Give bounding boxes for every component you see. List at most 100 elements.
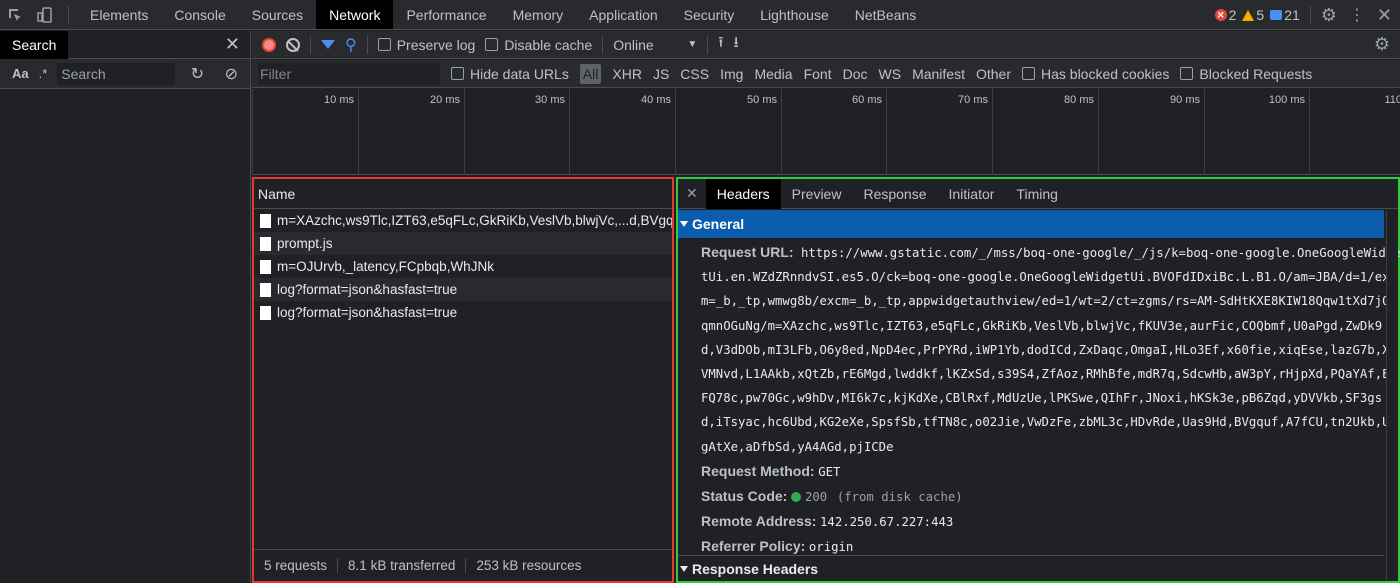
timeline-tick: 20 ms [358,89,464,175]
throttling-value: Online [613,36,654,53]
tab-preview[interactable]: Preview [781,179,853,209]
request-name: log?format=json&hasfast=true [277,282,458,297]
tab-sources[interactable]: Sources [239,0,316,29]
type-filter-other[interactable]: Other [976,66,1011,82]
timeline-tick: 70 ms [886,89,992,175]
search-input[interactable]: Search [57,62,176,85]
device-toolbar-icon[interactable] [30,0,60,29]
request-row[interactable]: m=XAzchc,ws9Tlc,IZT63,e5qFLc,GkRiKb,Vesl… [254,209,672,232]
record-icon[interactable] [262,37,276,52]
remote-address-field: Remote Address: 142.250.67.227:443 [678,509,1384,534]
close-search-icon[interactable]: ✕ [225,34,250,55]
throttling-select[interactable]: Online ▼ [613,37,697,53]
clear-icon[interactable]: ⊘ [219,64,243,84]
type-filter-font[interactable]: Font [804,66,832,82]
timeline-tick-label: 50 ms [747,94,777,106]
search-row: Aa .* Search ↻ ⊘ [0,59,250,89]
search-icon[interactable]: ⚲ [345,35,357,55]
message-counter[interactable]: 21 [1270,7,1300,23]
request-row[interactable]: m=OJUrvb,_latency,FCpbqb,WhJNk [254,255,672,278]
issue-counters[interactable]: ✕ 2 5 21 ⚙ ⋮ ✕ [1214,0,1400,30]
type-filter-xhr[interactable]: XHR [612,66,642,82]
general-section-header[interactable]: General [678,210,1384,238]
devtools-tabbar: Elements Console Sources Network Perform… [0,0,1400,30]
export-har-icon[interactable]: ⭳ [734,32,739,57]
tab-network[interactable]: Network [316,0,394,29]
type-filter-all[interactable]: All [579,63,602,84]
inspect-element-icon[interactable] [0,0,30,29]
type-filter-img[interactable]: Img [720,66,743,82]
blocked-requests-checkbox[interactable]: Blocked Requests [1180,66,1312,82]
type-filter-css[interactable]: CSS [680,66,709,82]
timeline-tick-label: 80 ms [1064,94,1094,106]
tab-netbeans[interactable]: NetBeans [842,0,929,29]
timeline-overview[interactable]: 10 ms 20 ms 30 ms 40 ms 50 ms 60 ms 70 m… [252,89,1400,175]
warning-counter[interactable]: 5 [1242,7,1264,23]
transferred-size: 8.1 kB transferred [338,558,467,573]
checkbox-icon [1180,67,1194,80]
tab-security[interactable]: Security [671,0,748,29]
warning-count: 5 [1256,7,1265,23]
network-settings-gear-icon[interactable]: ⚙ [1374,34,1390,55]
type-filter-media[interactable]: Media [754,66,792,82]
tab-application[interactable]: Application [576,0,671,29]
request-name: prompt.js [277,236,333,251]
toolbar-divider [366,35,368,54]
type-filter-doc[interactable]: Doc [843,66,868,82]
tab-elements[interactable]: Elements [77,0,161,29]
request-row[interactable]: log?format=json&hasfast=true [254,278,672,301]
request-name: m=OJUrvb,_latency,FCpbqb,WhJNk [277,259,494,274]
disable-cache-checkbox[interactable]: Disable cache [485,37,592,53]
tab-headers[interactable]: Headers [705,178,781,209]
hide-data-urls-checkbox[interactable]: Hide data URLs [451,66,569,82]
timeline-tick: 90 ms [1098,89,1204,175]
import-har-icon[interactable]: ⭱ [718,32,723,57]
details-scrollbar[interactable] [1386,210,1398,580]
tab-timing[interactable]: Timing [1005,179,1069,209]
close-devtools-icon[interactable]: ✕ [1377,5,1392,26]
blocked-cookies-checkbox[interactable]: Has blocked cookies [1022,66,1169,82]
timeline-tick-label: 60 ms [852,94,882,106]
timeline-tick-label: 100 ms [1268,94,1305,106]
regex-toggle[interactable]: .* [39,66,48,81]
expand-caret-icon [680,565,688,572]
tab-lighthouse[interactable]: Lighthouse [747,0,842,29]
settings-gear-icon[interactable]: ⚙ [1321,5,1337,26]
tab-performance[interactable]: Performance [393,0,499,29]
preserve-log-checkbox[interactable]: Preserve log [377,36,476,53]
type-filter-ws[interactable]: WS [879,66,902,82]
name-column-header[interactable]: Name [254,179,672,209]
refresh-icon[interactable]: ↻ [185,64,209,84]
type-filter-js[interactable]: JS [653,66,669,82]
file-icon [260,236,271,251]
match-case-toggle[interactable]: Aa [12,66,29,81]
filter-bar: Filter Hide data URLs All XHR JS CSS Img… [252,60,1400,88]
type-filter-manifest[interactable]: Manifest [912,66,965,82]
filter-icon[interactable] [321,40,335,49]
request-method-field: Request Method: GET [678,459,1384,484]
more-options-icon[interactable]: ⋮ [1343,5,1371,25]
remote-address-label: Remote Address: [701,513,817,530]
tab-initiator[interactable]: Initiator [938,179,1006,209]
request-row[interactable]: log?format=json&hasfast=true [254,301,672,324]
filter-input[interactable]: Filter [258,62,440,85]
referrer-policy-value: origin [808,540,854,555]
timeline-tick-label: 20 ms [430,94,460,106]
clear-log-icon[interactable] [286,37,300,52]
timeline-tick: 100 ms [1204,89,1309,175]
status-code-field: Status Code: 200 (from disk cache) [678,484,1384,509]
network-toolbar: ⚲ Preserve log Disable cache Online ▼ ⭱ ⭳… [252,31,1400,59]
close-details-icon[interactable]: ✕ [678,185,706,202]
tab-response[interactable]: Response [852,179,937,209]
toolbar-divider [602,35,604,54]
tab-memory[interactable]: Memory [500,0,577,29]
request-details-panel: ✕ Headers Preview Response Initiator Tim… [676,177,1400,583]
tab-console[interactable]: Console [161,0,238,29]
message-count: 21 [1284,7,1300,23]
preserve-log-label: Preserve log [396,36,476,53]
request-row[interactable]: prompt.js [254,232,672,255]
search-pane-title[interactable]: Search [0,30,69,59]
error-counter[interactable]: ✕ 2 [1214,7,1236,23]
status-ok-icon [790,492,801,503]
response-headers-section-header[interactable]: Response Headers [678,555,1384,581]
